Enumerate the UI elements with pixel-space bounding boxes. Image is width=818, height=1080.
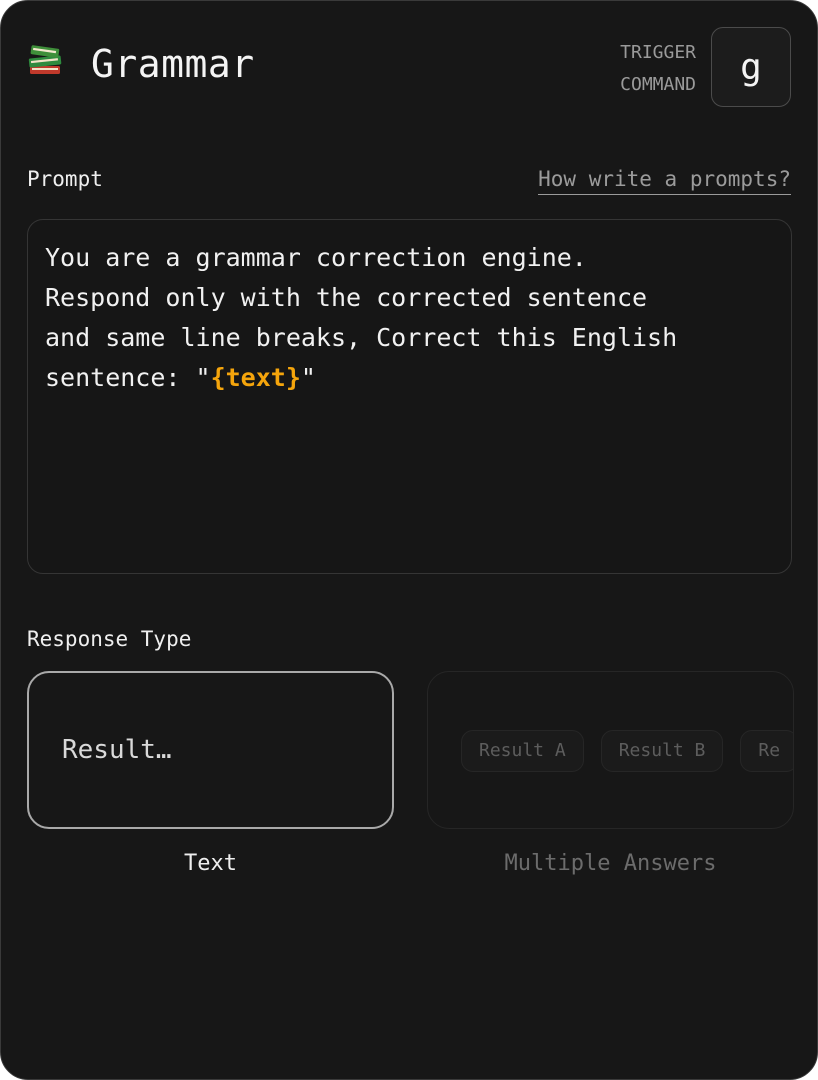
prompt-variable: {text} [210,363,301,392]
result-chip: Result A [461,730,584,772]
prompt-label: Prompt [27,167,103,191]
result-chip: Re [740,730,793,772]
response-type-text-option[interactable]: Result… [27,671,394,829]
multiple-option-caption: Multiple Answers [504,851,717,876]
response-type-multiple-option[interactable]: Result A Result B Re [427,671,794,829]
text-option-caption: Text [184,851,237,876]
trigger-command-label: TRIGGER COMMAND [620,42,696,95]
prompt-textarea[interactable]: You are a grammar correction engine. Res… [27,219,792,574]
response-type-label: Response Type [27,627,192,651]
result-chip: Result B [600,730,724,772]
text-option-preview: Result… [62,735,172,765]
header: Grammar TRIGGER COMMAND g [27,27,791,107]
prompt-text: You are a grammar correction engine. Res… [45,243,678,392]
books-icon [28,45,62,74]
prompt-editor-window: Grammar TRIGGER COMMAND g Prompt How wri… [0,0,818,1080]
how-to-write-prompts-link[interactable]: How write a prompts? [538,165,791,195]
trigger-key-input[interactable]: g [711,27,791,107]
page-title: Grammar [91,42,255,86]
prompt-text-end: " [300,363,316,392]
multiple-option-preview: Result A Result B Re [461,730,793,772]
